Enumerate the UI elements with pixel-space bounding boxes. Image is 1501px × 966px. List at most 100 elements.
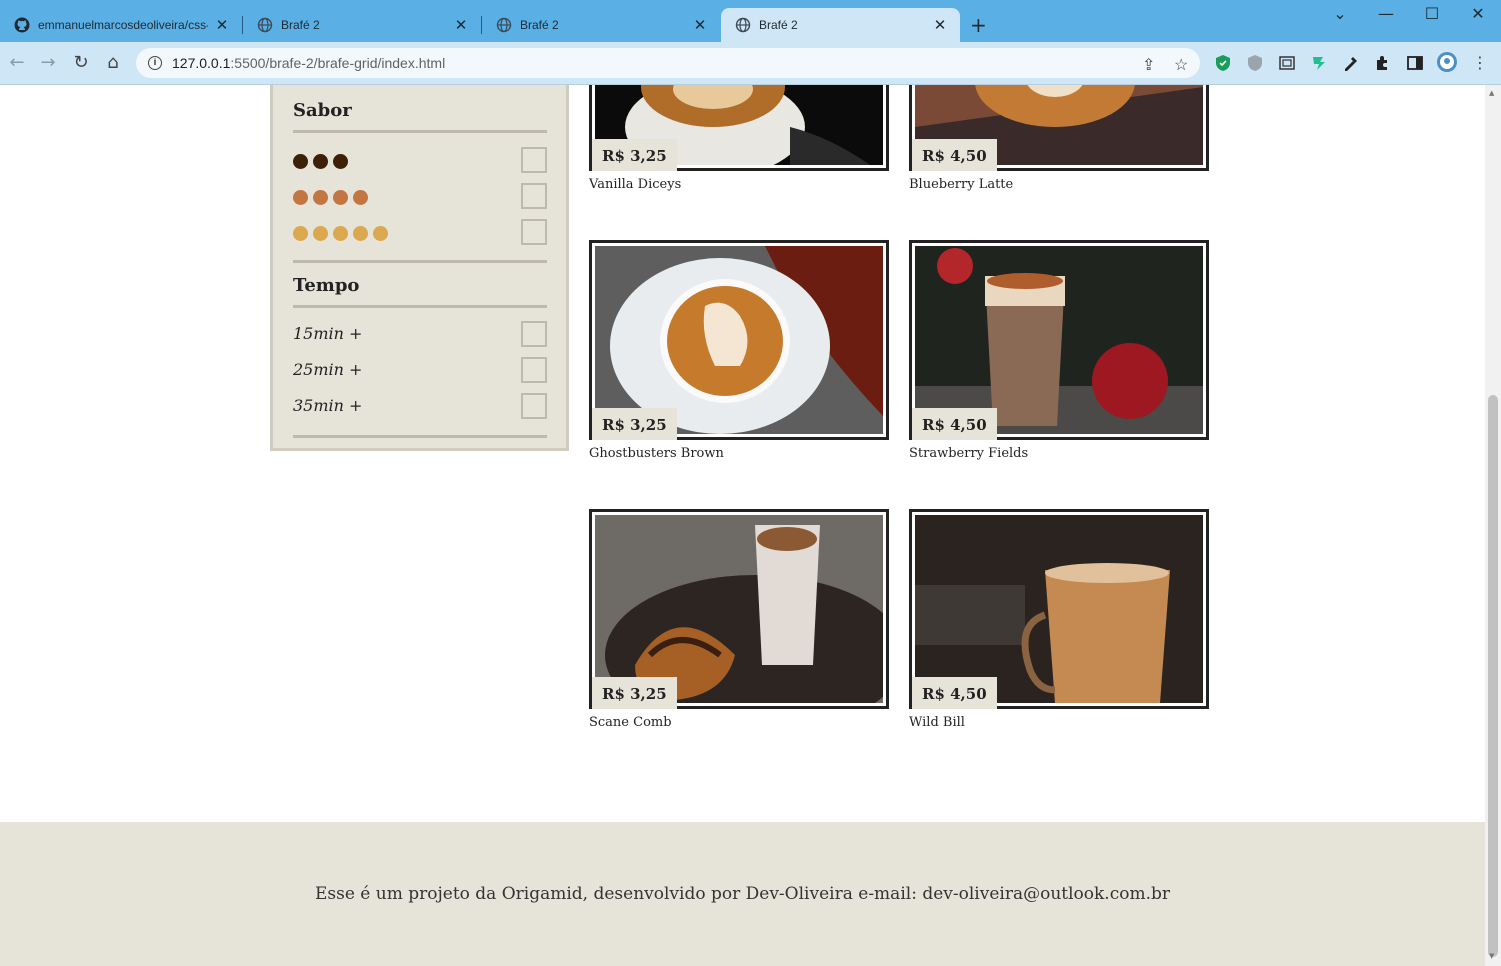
sabor-heading: Sabor <box>293 100 352 121</box>
product-name: Vanilla Diceys <box>589 177 682 192</box>
product-card[interactable]: R$ 3,25 Vanilla Diceys <box>589 85 889 192</box>
tab-title: emmanuelmarcosdeoliveira/css-a <box>38 18 208 32</box>
flavor-dot <box>353 226 368 241</box>
site-info-icon[interactable]: i <box>148 56 162 70</box>
screenshot-extension-icon[interactable] <box>1278 54 1296 72</box>
bookmark-star-icon[interactable]: ☆ <box>1174 55 1188 75</box>
coffee-photo <box>915 246 1203 434</box>
checkbox[interactable] <box>521 357 547 383</box>
product-card[interactable]: R$ 3,25 Scane Comb <box>589 509 889 730</box>
coffee-photo <box>915 515 1203 703</box>
flavor-dot <box>333 154 348 169</box>
side-panel-icon[interactable] <box>1406 54 1424 72</box>
extensions-puzzle-icon[interactable] <box>1374 54 1392 72</box>
browser-tab-3[interactable]: Brafé 2 ✕ <box>482 8 720 42</box>
filters-panel: Sabor Tempo 15min + 25min + 35min + <box>270 85 569 451</box>
url-host: 127.0.0.1 <box>172 55 231 71</box>
share-icon[interactable]: ⇪ <box>1142 55 1155 75</box>
divider <box>293 305 547 308</box>
price-tag: R$ 3,25 <box>592 139 677 171</box>
close-tab-icon[interactable]: ✕ <box>214 16 230 34</box>
close-tab-icon[interactable]: ✕ <box>932 16 948 34</box>
flavor-dots <box>293 154 348 169</box>
flavor-dot <box>373 226 388 241</box>
tab-title: Brafé 2 <box>281 18 320 32</box>
reload-icon[interactable]: ↻ <box>69 51 93 75</box>
tempo-option-35[interactable]: 35min + <box>293 393 547 421</box>
browser-tab-1[interactable]: emmanuelmarcosdeoliveira/css-a ✕ <box>0 8 242 42</box>
divider <box>293 130 547 133</box>
price-tag: R$ 3,25 <box>592 677 677 709</box>
product-card[interactable]: R$ 4,50 Strawberry Fields <box>909 240 1209 461</box>
close-tab-icon[interactable]: ✕ <box>453 16 469 34</box>
checkbox[interactable] <box>521 147 547 173</box>
kebab-menu-icon[interactable]: ⋮ <box>1468 51 1492 75</box>
shield-extension-icon[interactable] <box>1214 54 1232 72</box>
product-image-frame: R$ 4,50 <box>909 509 1209 709</box>
product-name: Blueberry Latte <box>909 177 1014 192</box>
checkbox[interactable] <box>521 393 547 419</box>
scroll-down-arrow-icon[interactable]: ▼ <box>1489 952 1494 960</box>
product-name: Wild Bill <box>909 715 965 730</box>
browser-tab-2[interactable]: Brafé 2 ✕ <box>243 8 481 42</box>
flavor-dot <box>293 154 308 169</box>
flavor-dot <box>313 226 328 241</box>
address-bar[interactable]: i 127.0.0.1:5500/brafe-2/brafe-grid/inde… <box>136 48 1200 78</box>
sabor-option-strong[interactable] <box>293 147 547 175</box>
browser-toolbar: ← → ↻ ⌂ i 127.0.0.1:5500/brafe-2/brafe-g… <box>0 42 1501 85</box>
sabor-option-mild[interactable] <box>293 219 547 247</box>
scroll-up-arrow-icon[interactable]: ▲ <box>1489 89 1494 97</box>
price-tag: R$ 4,50 <box>912 677 997 709</box>
product-card[interactable]: R$ 3,25 Ghostbusters Brown <box>589 240 889 461</box>
tab-title: Brafé 2 <box>520 18 559 32</box>
back-arrow-icon[interactable]: ← <box>5 51 29 75</box>
coffee-photo <box>595 246 883 434</box>
flavor-dot <box>313 190 328 205</box>
product-card[interactable]: R$ 4,50 Wild Bill <box>909 509 1209 730</box>
footer-text: Esse é um projeto da Origamid, desenvolv… <box>314 884 1170 904</box>
tempo-label: 25min + <box>293 360 363 379</box>
flavor-dot <box>333 226 348 241</box>
flavor-dot <box>333 190 348 205</box>
tab-search-icon[interactable]: ⌄ <box>1317 4 1363 23</box>
flavor-dot <box>293 226 308 241</box>
flavor-dots <box>293 226 388 241</box>
product-image-frame: R$ 4,50 <box>909 85 1209 171</box>
flavor-dot <box>353 190 368 205</box>
product-name: Strawberry Fields <box>909 446 1029 461</box>
tempo-label: 15min + <box>293 324 363 343</box>
maximize-button[interactable]: ☐ <box>1409 4 1455 23</box>
page-scrollbar[interactable]: ▲ ▼ <box>1485 85 1501 966</box>
checkbox[interactable] <box>521 321 547 347</box>
product-card[interactable]: R$ 4,50 Blueberry Latte <box>909 85 1209 192</box>
product-image-frame: R$ 3,25 <box>589 240 889 440</box>
tempo-heading: Tempo <box>293 275 360 296</box>
green-extension-icon[interactable] <box>1310 54 1328 72</box>
sabor-option-medium[interactable] <box>293 183 547 211</box>
tempo-option-15[interactable]: 15min + <box>293 321 547 349</box>
privacy-extension-icon[interactable] <box>1246 54 1264 72</box>
tab-title: Brafé 2 <box>759 18 798 32</box>
checkbox[interactable] <box>521 183 547 209</box>
divider <box>293 260 547 263</box>
eyedropper-icon[interactable] <box>1342 54 1360 72</box>
scrollbar-thumb[interactable] <box>1488 395 1498 957</box>
browser-tab-4-active[interactable]: Brafé 2 ✕ <box>721 8 960 42</box>
close-window-button[interactable]: ✕ <box>1455 4 1501 23</box>
page-footer: Esse é um projeto da Origamid, desenvolv… <box>0 822 1485 966</box>
product-image-frame: R$ 4,50 <box>909 240 1209 440</box>
product-image-frame: R$ 3,25 <box>589 85 889 171</box>
minimize-button[interactable]: — <box>1363 4 1409 23</box>
product-name: Ghostbusters Brown <box>589 446 724 461</box>
checkbox[interactable] <box>521 219 547 245</box>
tempo-label: 35min + <box>293 396 363 415</box>
forward-arrow-icon[interactable]: → <box>36 51 60 75</box>
close-tab-icon[interactable]: ✕ <box>692 16 708 34</box>
home-icon[interactable]: ⌂ <box>101 51 125 75</box>
tempo-option-25[interactable]: 25min + <box>293 357 547 385</box>
price-tag: R$ 3,25 <box>592 408 677 440</box>
profile-avatar-icon[interactable] <box>1436 51 1458 73</box>
new-tab-button[interactable]: + <box>970 13 987 37</box>
price-tag: R$ 4,50 <box>912 139 997 171</box>
flavor-dots <box>293 190 368 205</box>
